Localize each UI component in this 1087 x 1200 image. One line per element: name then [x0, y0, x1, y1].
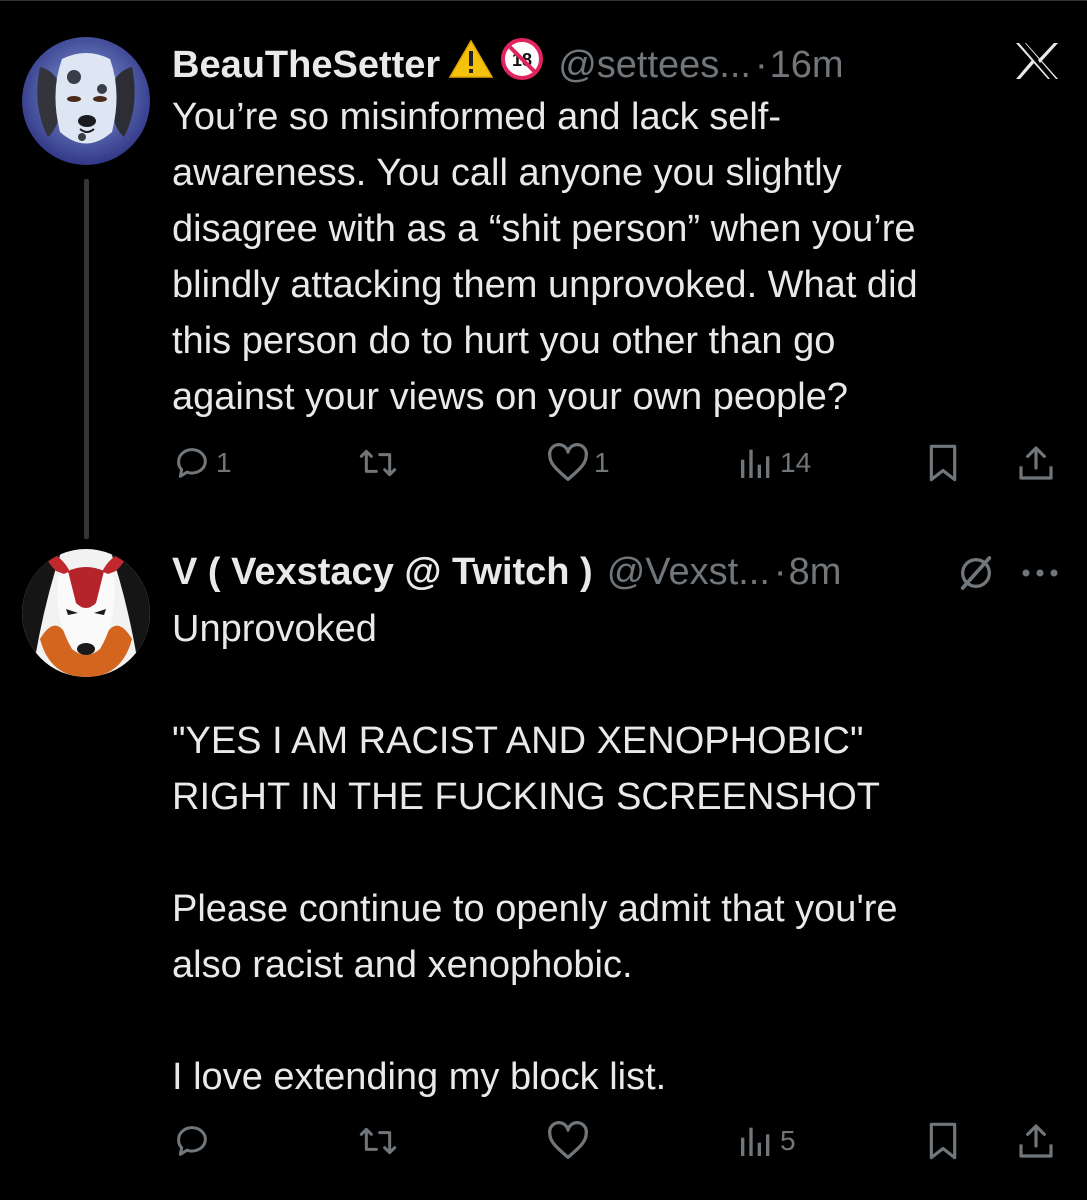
tweet-actions: 1 1 14 — [172, 443, 1062, 493]
share-button[interactable] — [1016, 1121, 1056, 1161]
share-icon — [1019, 1124, 1053, 1158]
reply-count: 1 — [216, 447, 232, 478]
tweet-text: You’re so misinformed and lack self- awa… — [172, 96, 918, 418]
like-button[interactable] — [546, 1121, 594, 1161]
handle[interactable]: @settees... — [558, 42, 751, 88]
more-options-icon[interactable] — [1018, 555, 1062, 591]
views-bar-chart-icon — [741, 1127, 770, 1156]
repost-icon — [359, 1127, 397, 1155]
bookmark-button[interactable] — [924, 1121, 962, 1161]
views-bar-chart-icon — [741, 449, 770, 478]
tweet-header: BeauTheSetter 18 @settees... · 16m — [172, 37, 844, 92]
view-count: 14 — [780, 447, 812, 478]
views-button[interactable]: 5 — [736, 1121, 796, 1161]
bookmark-button[interactable] — [924, 443, 962, 483]
thread-view: BeauTheSetter 18 @settees... · 16m — [0, 0, 1087, 1200]
timestamp[interactable]: 8m — [789, 549, 842, 595]
x-logo-icon[interactable] — [1014, 41, 1060, 81]
reply-button[interactable]: 1 — [172, 443, 232, 483]
like-count: 1 — [594, 447, 610, 478]
display-name[interactable]: V ( Vexstacy @ Twitch ) — [172, 549, 593, 595]
view-count: 5 — [780, 1125, 796, 1156]
repost-button[interactable] — [356, 1121, 404, 1161]
reply-icon — [177, 1126, 207, 1156]
repost-icon — [359, 449, 397, 477]
thread-connector-line — [84, 179, 89, 539]
heart-icon — [548, 443, 588, 481]
handle[interactable]: @Vexst... — [607, 549, 770, 595]
separator-dot: · — [773, 551, 787, 593]
warning-icon — [448, 39, 494, 90]
tweet-text: Unprovoked "YES I AM RACIST AND XENOPHOB… — [172, 608, 898, 1098]
no-under-18-icon: 18 — [500, 37, 544, 92]
share-button[interactable] — [1016, 443, 1056, 483]
share-icon — [1019, 446, 1053, 480]
avatar-creature-image — [22, 549, 150, 677]
tweet-actions: 5 — [172, 1121, 1062, 1171]
heart-icon — [548, 1121, 588, 1159]
like-button[interactable]: 1 — [546, 443, 610, 483]
timestamp[interactable]: 16m — [770, 42, 844, 88]
separator-dot: · — [754, 43, 768, 86]
repost-button[interactable] — [356, 443, 404, 483]
avatar-vexstacy[interactable] — [22, 549, 150, 677]
grok-icon[interactable] — [956, 553, 996, 593]
display-name[interactable]: BeauTheSetter — [172, 42, 440, 88]
reply-button[interactable] — [172, 1121, 216, 1161]
views-button[interactable]: 14 — [736, 443, 811, 483]
tweet-header: V ( Vexstacy @ Twitch ) @Vexst... · 8m — [172, 549, 841, 595]
bookmark-icon — [929, 1122, 957, 1160]
avatar-beauthesetter[interactable] — [22, 37, 150, 165]
avatar-dog-image — [22, 37, 150, 165]
reply-icon — [177, 448, 207, 478]
bookmark-icon — [929, 444, 957, 482]
